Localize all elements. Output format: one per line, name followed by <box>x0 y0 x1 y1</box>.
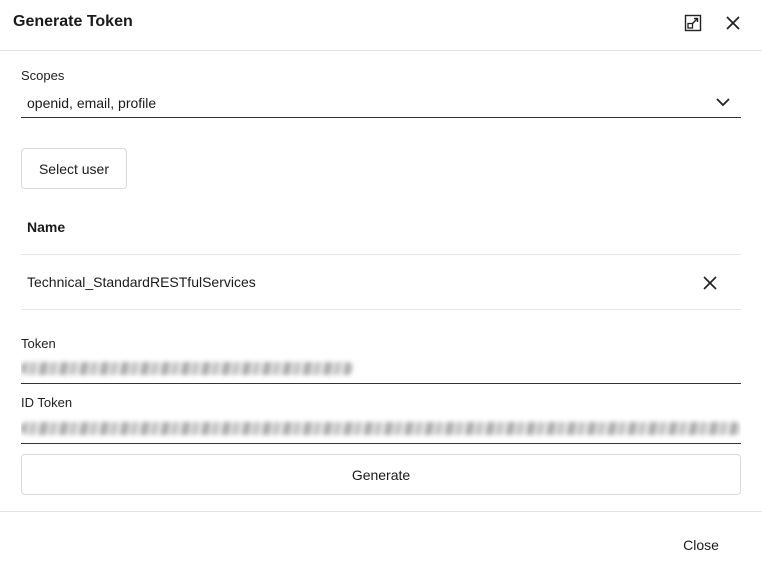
scopes-select[interactable]: openid, email, profile <box>21 88 741 118</box>
generate-token-dialog: Generate Token Scopes openid, email, pro… <box>0 0 762 573</box>
close-button[interactable]: Close <box>670 532 732 558</box>
generate-button[interactable]: Generate <box>21 454 741 495</box>
select-user-button[interactable]: Select user <box>21 148 127 189</box>
id-token-label: ID Token <box>21 395 73 410</box>
remove-user-icon[interactable] <box>702 275 718 291</box>
user-name-cell: Technical_StandardRESTfulServices <box>27 274 256 290</box>
dialog-close-button[interactable] <box>722 12 744 34</box>
users-table: Name Technical_StandardRESTfulServices <box>21 204 741 310</box>
id-token-value-redacted <box>21 422 741 435</box>
expand-button[interactable] <box>682 12 704 34</box>
column-header-name: Name <box>27 219 66 235</box>
chevron-down-icon <box>716 98 730 107</box>
token-field[interactable] <box>21 354 741 384</box>
id-token-field[interactable] <box>21 414 741 444</box>
dialog-header: Generate Token <box>0 0 762 51</box>
scopes-label: Scopes <box>21 68 65 83</box>
token-label: Token <box>21 336 56 351</box>
table-header: Name <box>21 204 741 255</box>
token-value-redacted <box>21 362 353 375</box>
expand-icon <box>684 14 702 32</box>
close-icon <box>726 16 740 30</box>
table-row: Technical_StandardRESTfulServices <box>21 255 741 310</box>
dialog-footer: Close <box>0 511 762 573</box>
scopes-value: openid, email, profile <box>27 95 157 111</box>
dialog-title: Generate Token <box>13 13 133 30</box>
